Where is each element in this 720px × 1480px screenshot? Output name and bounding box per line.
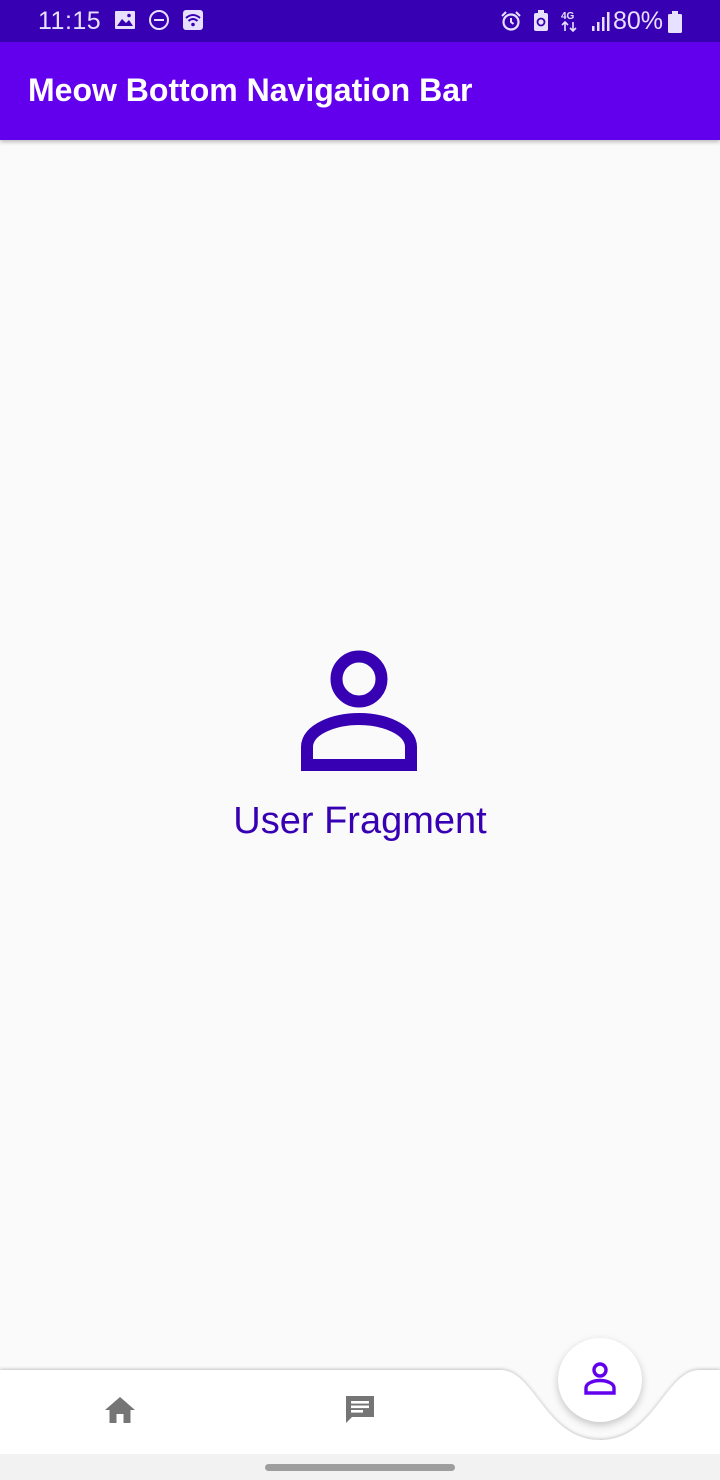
status-left-icons — [114, 9, 204, 36]
status-right-icons: 4G — [500, 9, 612, 38]
network-4g-icon: 4G — [560, 9, 580, 38]
fragment-label: User Fragment — [233, 800, 487, 842]
battery-icon — [667, 11, 683, 38]
fragment-content: User Fragment — [0, 140, 720, 1368]
home-icon — [103, 1395, 137, 1430]
battery-percentage: 80% — [613, 7, 664, 35]
app-bar: Meow Bottom Navigation Bar — [0, 42, 720, 140]
image-icon — [114, 9, 136, 36]
app-screen: 11:15 4G 80% Meow Bottom Navigation Bar … — [0, 0, 720, 1480]
wifi-icon — [182, 9, 204, 36]
nav-item-home[interactable] — [90, 1382, 150, 1442]
status-bar: 11:15 4G 80% — [0, 0, 720, 42]
message-icon — [343, 1393, 377, 1432]
signal-icon — [590, 10, 612, 37]
app-bar-title: Meow Bottom Navigation Bar — [28, 72, 473, 108]
alarm-icon — [500, 10, 522, 37]
nav-item-user-selected[interactable] — [558, 1338, 642, 1422]
battery-saver-icon — [532, 10, 550, 37]
user-icon — [297, 647, 421, 771]
nav-item-messages[interactable] — [330, 1382, 390, 1442]
do-not-disturb-icon — [148, 9, 170, 36]
gesture-handle[interactable] — [265, 1464, 455, 1471]
status-time: 11:15 — [38, 7, 102, 35]
bottom-navigation — [0, 1330, 720, 1456]
gesture-navigation-area — [0, 1454, 720, 1480]
user-icon — [583, 1361, 617, 1400]
svg-text:4G: 4G — [561, 11, 575, 22]
